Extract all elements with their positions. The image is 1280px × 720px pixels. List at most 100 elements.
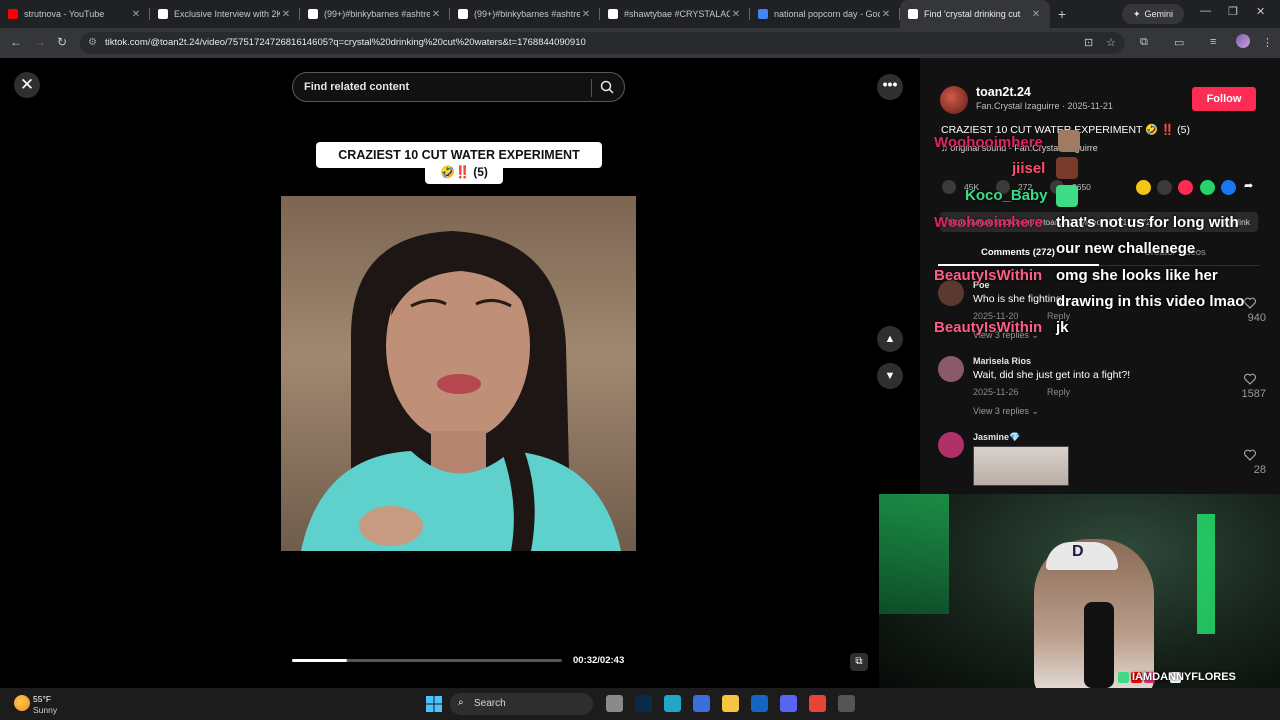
gemini-button[interactable]: ✦ Gemini xyxy=(1122,4,1184,24)
commenter-avatar[interactable] xyxy=(938,432,964,458)
windows-start-icon[interactable] xyxy=(426,696,442,712)
chat-message: our new challenege xyxy=(1056,240,1196,257)
commenter-name[interactable]: Marisela Rios xyxy=(973,356,1031,366)
chat-username: BeautyIsWithin xyxy=(934,319,1043,336)
tiktok-icon xyxy=(608,9,618,19)
obs-icon[interactable] xyxy=(838,695,855,712)
tab-title: #shawtybae #CRYSTALACTIC xyxy=(624,9,730,19)
time-display: 00:32/02:43 xyxy=(573,655,625,666)
menu-icon[interactable]: ⋮ xyxy=(1262,36,1273,49)
heart-icon[interactable] xyxy=(942,180,956,194)
view-replies-button[interactable]: View 3 replies ⌄ xyxy=(973,406,1039,417)
tab-strip: strutnova - YouTube ✕ Exclusive Interview … xyxy=(0,0,1280,28)
photoshop-icon[interactable] xyxy=(635,695,652,712)
browser-tab[interactable]: (99+)#binkybarnes #ashtrevi ✕ xyxy=(300,0,450,28)
share-icon[interactable] xyxy=(1178,180,1193,195)
youtube-icon xyxy=(8,9,18,19)
tab-close-icon[interactable]: ✕ xyxy=(880,9,892,20)
video-player[interactable]: Find related content CRAZIEST 10 CUT WAT… xyxy=(281,58,636,688)
tab-close-icon[interactable]: ✕ xyxy=(730,9,742,20)
comment-heart-icon[interactable] xyxy=(1244,373,1256,385)
tiktok-icon xyxy=(458,9,468,19)
comment-text: Who is she fighting xyxy=(973,293,1062,305)
chat-emote xyxy=(1058,130,1080,152)
install-app-icon[interactable]: ⊡ xyxy=(1084,36,1093,49)
browser-tab[interactable]: #shawtybae #CRYSTALACTIC✕ xyxy=(600,0,750,28)
tab-close-icon[interactable]: ✕ xyxy=(430,9,442,20)
tab-close-icon[interactable]: ✕ xyxy=(130,9,142,20)
next-video-button[interactable]: ▼ xyxy=(877,363,903,389)
discord-icon[interactable] xyxy=(780,695,797,712)
taskbar: 55°F Sunny ⌕ Search xyxy=(0,688,1280,720)
media-controls-icon[interactable]: ≡ xyxy=(1210,36,1216,48)
creator-avatar[interactable] xyxy=(940,86,968,114)
edge-icon[interactable] xyxy=(664,695,681,712)
picture-in-picture-icon[interactable]: ⧉ xyxy=(850,653,868,671)
tab-close-icon[interactable]: ✕ xyxy=(280,9,292,20)
chat-emote xyxy=(1056,157,1078,179)
comment-date: 2025-11-26 xyxy=(973,387,1019,397)
tab-title: Exclusive Interview with 2K a xyxy=(174,9,280,19)
browser-tab[interactable]: Exclusive Interview with 2K a ✕ xyxy=(150,0,300,28)
maximize-icon[interactable]: ❐ xyxy=(1228,5,1238,18)
tab-close-icon[interactable]: ✕ xyxy=(1030,9,1042,20)
creator-subline: Fan.Crystal Izaguirre · 2025-11-21 xyxy=(976,101,1113,111)
extensions-icon[interactable]: ⧉ xyxy=(1140,36,1148,49)
reload-icon[interactable]: ↻ xyxy=(57,35,67,49)
chat-message: omg she looks like her xyxy=(1056,267,1218,284)
reply-button[interactable]: Reply xyxy=(1047,387,1070,397)
chrome-icon[interactable] xyxy=(809,695,826,712)
url-text[interactable]: tiktok.com/@toan2t.24/video/757517247268… xyxy=(105,37,586,48)
comment-heart-icon[interactable] xyxy=(1244,297,1256,309)
search-icon[interactable] xyxy=(600,80,614,94)
previous-video-button[interactable]: ▲ xyxy=(877,326,903,352)
folder-icon[interactable] xyxy=(722,695,739,712)
new-tab-button[interactable]: + xyxy=(1050,6,1074,22)
profile-avatar[interactable] xyxy=(1236,34,1250,48)
file-explorer-icon[interactable] xyxy=(606,695,623,712)
browser-toolbar: ← → ↻ ⚙ tiktok.com/@toan2t.24/video/7575… xyxy=(0,28,1280,58)
progress-fill xyxy=(292,659,347,662)
commenter-name[interactable]: Jasmine💎 xyxy=(973,432,1020,443)
video-frame[interactable] xyxy=(281,196,636,551)
taskbar-search-label: Search xyxy=(474,698,506,709)
chat-username: Woohooimhere xyxy=(934,134,1043,151)
weather-temperature[interactable]: 55°F xyxy=(33,694,51,704)
window-close-icon[interactable]: ✕ xyxy=(1256,5,1265,18)
facebook-icon[interactable] xyxy=(1221,180,1236,195)
weather-condition[interactable]: Sunny xyxy=(33,705,57,715)
comment-like-count: 28 xyxy=(1253,464,1266,476)
split-view-icon[interactable]: ▭ xyxy=(1174,36,1184,49)
tab-close-icon[interactable]: ✕ xyxy=(580,9,592,20)
related-search-input[interactable]: Find related content xyxy=(292,72,625,102)
comment-image[interactable] xyxy=(973,446,1069,486)
share-icon[interactable] xyxy=(1136,180,1151,195)
comment-heart-icon[interactable] xyxy=(1244,449,1256,461)
back-icon[interactable]: ← xyxy=(10,35,22,49)
browser-tab[interactable]: (99+)#binkybarnes #ashtrevi ✕ xyxy=(450,0,600,28)
weather-sun-icon[interactable] xyxy=(14,695,30,711)
store-icon[interactable] xyxy=(693,695,710,712)
tab-comments[interactable]: Comments (272) xyxy=(981,247,1055,258)
more-options-button[interactable]: ••• xyxy=(877,74,903,100)
minimize-icon[interactable]: — xyxy=(1200,5,1211,17)
browser-tab[interactable]: national popcorn day - Goog ✕ xyxy=(750,0,900,28)
cam-light xyxy=(879,494,949,614)
address-bar[interactable]: ⚙ tiktok.com/@toan2t.24/video/7575172472… xyxy=(80,32,1125,54)
more-icon: ••• xyxy=(882,76,898,92)
creator-username[interactable]: toan2t.24 xyxy=(976,85,1031,99)
whatsapp-icon[interactable] xyxy=(1200,180,1215,195)
browser-tab[interactable]: strutnova - YouTube ✕ xyxy=(0,0,150,28)
bookmark-star-icon[interactable]: ☆ xyxy=(1106,36,1116,49)
browser-tab[interactable]: Find 'crystal drinking cut ✕ xyxy=(900,0,1050,28)
forward-icon[interactable]: → xyxy=(34,35,46,49)
outlook-icon[interactable] xyxy=(751,695,768,712)
embed-icon[interactable] xyxy=(1157,180,1172,195)
commenter-avatar[interactable] xyxy=(938,356,964,382)
webcam-overlay: D IAMDANNYFLORES xyxy=(879,494,1280,688)
site-info-icon[interactable]: ⚙ xyxy=(88,37,97,48)
forward-share-icon[interactable]: ➦ xyxy=(1244,179,1253,192)
close-video-button[interactable]: ✕ xyxy=(14,72,40,98)
taskbar-search[interactable]: ⌕ Search xyxy=(450,693,593,715)
follow-button[interactable]: Follow xyxy=(1192,87,1256,111)
